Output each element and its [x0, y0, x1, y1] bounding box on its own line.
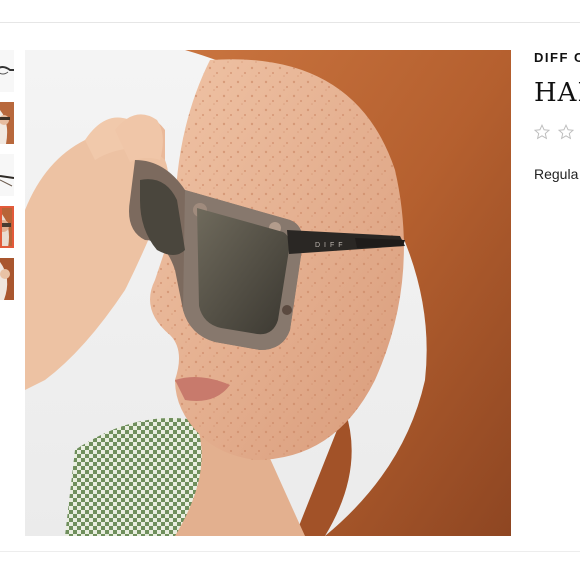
- footer-divider: [0, 551, 580, 552]
- thumbnail-3[interactable]: [0, 154, 14, 196]
- model-wearing-sunglasses-image: DIFF: [25, 50, 511, 536]
- sunglasses-front-icon: [0, 50, 14, 92]
- thumbnail-4-active[interactable]: [0, 206, 14, 248]
- model-closeup-icon: [0, 206, 14, 248]
- regular-price-label: Regula: [534, 166, 579, 182]
- product-brand[interactable]: DIFF C: [534, 50, 580, 65]
- star-empty-icon: [558, 124, 575, 140]
- header-divider: [0, 22, 580, 23]
- temple-logo-text: DIFF: [315, 242, 347, 249]
- model-side-icon: [0, 102, 14, 144]
- main-product-image[interactable]: DIFF: [25, 50, 511, 536]
- sunglasses-side-icon: [0, 154, 14, 196]
- star-empty-icon: [534, 124, 550, 140]
- product-title: HAI: [534, 78, 580, 108]
- model-portrait-icon: [0, 258, 14, 300]
- thumbnail-2[interactable]: [0, 102, 14, 144]
- thumbnail-1[interactable]: [0, 50, 14, 92]
- thumbnail-5[interactable]: [0, 258, 14, 300]
- rating-stars[interactable]: [534, 124, 578, 145]
